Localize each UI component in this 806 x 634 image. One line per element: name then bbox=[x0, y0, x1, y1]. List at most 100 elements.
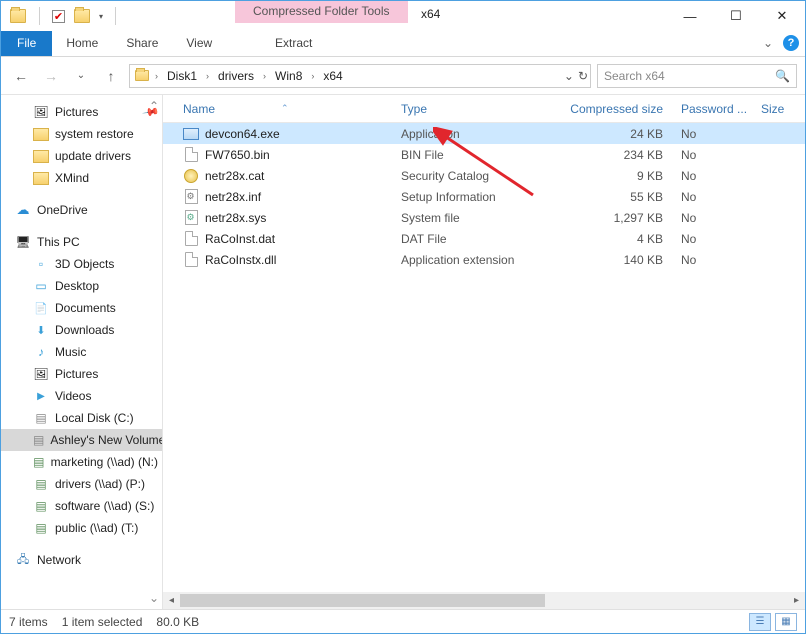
horizontal-scrollbar[interactable]: ◂ ▸ bbox=[163, 592, 805, 609]
crumb-disk1[interactable]: Disk1 bbox=[163, 67, 201, 85]
window-title: x64 bbox=[421, 7, 440, 21]
tree-network[interactable]: Network bbox=[1, 549, 162, 571]
large-icons-view-button[interactable]: ▦ bbox=[775, 613, 797, 631]
file-row[interactable]: RaCoInstx.dllApplication extension140 KB… bbox=[163, 249, 805, 270]
file-name: netr28x.cat bbox=[205, 169, 264, 183]
file-compressed-size: 234 KB bbox=[561, 148, 681, 162]
downloads-icon bbox=[33, 322, 49, 338]
tree-pictures-quick[interactable]: Pictures📌 bbox=[1, 101, 162, 123]
column-type[interactable]: Type bbox=[401, 102, 561, 116]
forward-button[interactable]: → bbox=[39, 64, 63, 88]
network-drive-icon bbox=[33, 476, 49, 492]
network-drive-icon bbox=[33, 454, 45, 470]
title-bar: ✔ ▾ Compressed Folder Tools x64 — ☐ ✕ bbox=[1, 1, 805, 31]
tree-downloads[interactable]: Downloads bbox=[1, 319, 162, 341]
recent-locations-caret[interactable]: ⌄ bbox=[69, 64, 93, 88]
tree-this-pc[interactable]: This PC bbox=[1, 231, 162, 253]
file-password: No bbox=[681, 232, 761, 246]
close-button[interactable]: ✕ bbox=[759, 1, 805, 31]
column-compressed-size[interactable]: Compressed size bbox=[561, 102, 681, 116]
nav-scrollbar[interactable]: ⌃⌄ bbox=[146, 95, 162, 609]
help-icon[interactable]: ? bbox=[783, 35, 799, 51]
tree-xmind[interactable]: XMind bbox=[1, 167, 162, 189]
network-drive-icon bbox=[33, 498, 49, 514]
file-row[interactable]: netr28x.sysSystem file1,297 KBNo bbox=[163, 207, 805, 228]
crumb-x64[interactable]: x64 bbox=[319, 67, 346, 85]
file-password: No bbox=[681, 253, 761, 267]
minimize-button[interactable]: — bbox=[667, 1, 713, 31]
file-row[interactable]: netr28x.catSecurity Catalog9 KBNo bbox=[163, 165, 805, 186]
file-type: Security Catalog bbox=[401, 169, 561, 183]
tree-music[interactable]: Music bbox=[1, 341, 162, 363]
tree-local-disk[interactable]: Local Disk (C:) bbox=[1, 407, 162, 429]
tab-extract[interactable]: Extract bbox=[261, 31, 326, 55]
videos-icon bbox=[33, 388, 49, 404]
file-row[interactable]: FW7650.binBIN File234 KBNo bbox=[163, 144, 805, 165]
properties-qat-icon[interactable]: ✔ bbox=[52, 10, 65, 23]
file-password: No bbox=[681, 148, 761, 162]
tree-system-restore[interactable]: system restore bbox=[1, 123, 162, 145]
refresh-button[interactable]: ↻ bbox=[578, 69, 588, 83]
column-password[interactable]: Password ... bbox=[681, 102, 761, 116]
network-drive-icon bbox=[33, 520, 49, 536]
file-name: netr28x.sys bbox=[205, 211, 266, 225]
address-dropdown-caret[interactable]: ⌄ bbox=[564, 69, 574, 83]
file-compressed-size: 1,297 KB bbox=[561, 211, 681, 225]
tree-3d-objects[interactable]: 3D Objects bbox=[1, 253, 162, 275]
file-name: RaCoInst.dat bbox=[205, 232, 275, 246]
tab-view[interactable]: View bbox=[172, 31, 226, 56]
window-controls: — ☐ ✕ bbox=[667, 1, 805, 31]
chevron-right-icon[interactable]: › bbox=[308, 71, 317, 81]
tree-public[interactable]: public (\\ad) (T:) bbox=[1, 517, 162, 539]
search-input[interactable]: Search x64 🔍 bbox=[597, 64, 797, 88]
tab-share[interactable]: Share bbox=[112, 31, 172, 56]
status-bar: 7 items 1 item selected 80.0 KB ☰ ▦ bbox=[1, 609, 805, 633]
column-size[interactable]: Size bbox=[761, 102, 805, 116]
pictures-icon bbox=[33, 366, 49, 382]
breadcrumb[interactable]: › Disk1 › drivers › Win8 › x64 ⌄ ↻ bbox=[129, 64, 591, 88]
qat-customize-caret[interactable]: ▾ bbox=[99, 12, 103, 21]
tree-documents[interactable]: Documents bbox=[1, 297, 162, 319]
tree-marketing[interactable]: marketing (\\ad) (N:) bbox=[1, 451, 162, 473]
file-type: BIN File bbox=[401, 148, 561, 162]
new-folder-qat-icon[interactable] bbox=[73, 7, 91, 25]
folder-icon bbox=[33, 126, 49, 142]
crumb-drivers[interactable]: drivers bbox=[214, 67, 258, 85]
chevron-right-icon[interactable]: › bbox=[260, 71, 269, 81]
search-icon: 🔍 bbox=[775, 69, 790, 83]
back-button[interactable]: ← bbox=[9, 64, 33, 88]
crumb-win8[interactable]: Win8 bbox=[271, 67, 306, 85]
file-type-icon bbox=[183, 231, 199, 247]
scroll-left-icon[interactable]: ◂ bbox=[163, 595, 180, 606]
tree-software[interactable]: software (\\ad) (S:) bbox=[1, 495, 162, 517]
pictures-icon bbox=[33, 104, 49, 120]
separator bbox=[39, 7, 40, 25]
up-button[interactable]: ↑ bbox=[99, 64, 123, 88]
column-name[interactable]: Name⌃ bbox=[183, 102, 401, 116]
chevron-right-icon[interactable]: › bbox=[152, 71, 161, 81]
file-tab[interactable]: File bbox=[1, 31, 52, 56]
tree-onedrive[interactable]: OneDrive bbox=[1, 199, 162, 221]
file-password: No bbox=[681, 211, 761, 225]
file-row[interactable]: RaCoInst.datDAT File4 KBNo bbox=[163, 228, 805, 249]
address-bar: ← → ⌄ ↑ › Disk1 › drivers › Win8 › x64 ⌄… bbox=[1, 57, 805, 95]
tree-drivers-net[interactable]: drivers (\\ad) (P:) bbox=[1, 473, 162, 495]
file-row[interactable]: netr28x.infSetup Information55 KBNo bbox=[163, 186, 805, 207]
file-compressed-size: 140 KB bbox=[561, 253, 681, 267]
tree-videos[interactable]: Videos bbox=[1, 385, 162, 407]
tab-home[interactable]: Home bbox=[52, 31, 112, 56]
file-type-icon bbox=[183, 252, 199, 268]
tree-desktop[interactable]: Desktop bbox=[1, 275, 162, 297]
tree-update-drivers[interactable]: update drivers bbox=[1, 145, 162, 167]
maximize-button[interactable]: ☐ bbox=[713, 1, 759, 31]
file-type-icon bbox=[183, 168, 199, 184]
chevron-right-icon[interactable]: › bbox=[203, 71, 212, 81]
ribbon-expand-caret[interactable]: ⌄ bbox=[763, 36, 773, 50]
file-name: devcon64.exe bbox=[205, 127, 280, 141]
tree-ashley-volume[interactable]: Ashley's New Volume bbox=[1, 429, 162, 451]
file-row[interactable]: devcon64.exeApplication24 KBNo bbox=[163, 123, 805, 144]
details-view-button[interactable]: ☰ bbox=[749, 613, 771, 631]
scroll-right-icon[interactable]: ▸ bbox=[788, 595, 805, 606]
tree-pictures[interactable]: Pictures bbox=[1, 363, 162, 385]
file-name: RaCoInstx.dll bbox=[205, 253, 276, 267]
